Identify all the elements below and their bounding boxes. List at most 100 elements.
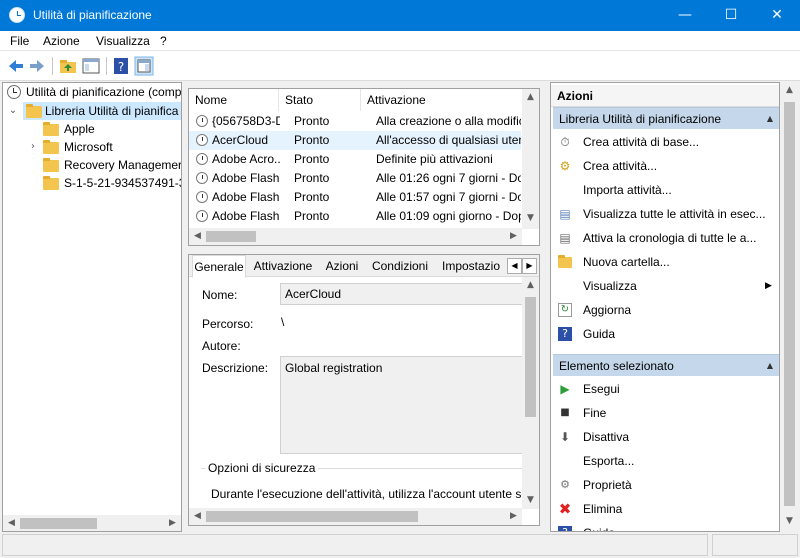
scroll-up-icon[interactable]: ▲ xyxy=(522,277,539,294)
action-run[interactable]: ▶ Esegui xyxy=(551,378,779,400)
action-delete[interactable]: ✖ Elimina xyxy=(551,498,779,520)
task-trigger: Alle 01:26 ogni 7 giorni - Dop xyxy=(376,171,521,185)
action-refresh[interactable]: ↻ Aggiorna xyxy=(551,299,779,321)
task-status: Pronto xyxy=(294,209,330,223)
maximize-button[interactable]: ☐ xyxy=(708,0,754,31)
tree-item-microsoft[interactable]: › Microsoft xyxy=(3,138,181,156)
scroll-down-icon[interactable]: ▼ xyxy=(781,513,798,530)
tree-item-recovery[interactable]: Recovery Managemer xyxy=(3,156,181,174)
action-enable-history[interactable]: ▤ Attiva la cronologia di tutte le a... xyxy=(551,227,779,249)
toolbar-separator xyxy=(52,57,53,75)
menu-help[interactable]: ? xyxy=(160,34,167,48)
task-list-vertical-scrollbar[interactable]: ▲ ▼ xyxy=(522,89,539,229)
scroll-up-icon[interactable]: ▲ xyxy=(522,89,539,106)
tab-azioni[interactable]: Azioni xyxy=(320,257,364,277)
action-view-menu[interactable]: Visualizza ▶ xyxy=(551,275,779,297)
task-list-horizontal-scrollbar[interactable]: ◀ ▶ xyxy=(189,228,522,245)
forward-icon[interactable] xyxy=(27,56,47,76)
tab-attivazione[interactable]: Attivazione xyxy=(250,257,316,277)
tree-item-label: Recovery Managemer xyxy=(64,158,182,172)
menu-azione[interactable]: Azione xyxy=(43,34,80,48)
task-trigger: Definite più attivazioni xyxy=(376,152,493,166)
chevron-right-icon[interactable]: › xyxy=(27,138,39,156)
actions-vertical-scrollbar[interactable]: ▲ ▼ xyxy=(781,82,798,532)
task-row[interactable]: Adobe Acro... Pronto Definite più attiva… xyxy=(189,150,521,169)
scroll-down-icon[interactable]: ▼ xyxy=(522,210,539,227)
scroll-right-icon[interactable]: ▶ xyxy=(505,508,522,525)
help-icon[interactable]: ? xyxy=(111,56,131,76)
action-disable[interactable]: ⬇ Disattiva xyxy=(551,426,779,448)
task-row-selected[interactable]: AcerCloud Pronto All'accesso di qualsias… xyxy=(189,131,521,150)
action-end[interactable]: ■ Fine xyxy=(551,402,779,424)
scroll-right-icon[interactable]: ▶ xyxy=(505,228,522,245)
task-status: Pronto xyxy=(294,171,330,185)
folder-clock-icon xyxy=(26,104,42,118)
column-header-status[interactable]: Stato xyxy=(279,89,361,111)
task-name: Adobe Flash... xyxy=(212,190,280,204)
show-hide-tree-icon[interactable] xyxy=(81,56,101,76)
menu-file[interactable]: File xyxy=(10,34,29,48)
scroll-thumb[interactable] xyxy=(20,518,97,529)
collapse-icon[interactable]: ▲ xyxy=(767,108,773,130)
column-header-trigger[interactable]: Attivazione xyxy=(361,89,523,111)
action-create-basic-task[interactable]: ⏱ Crea attività di base... xyxy=(551,131,779,153)
scroll-thumb[interactable] xyxy=(525,297,536,417)
scroll-left-icon[interactable]: ◀ xyxy=(3,515,20,531)
tree-item-sid[interactable]: S-1-5-21-934537491-3 xyxy=(3,174,181,192)
column-header-name[interactable]: Nome xyxy=(189,89,279,111)
action-label: Proprietà xyxy=(583,478,632,492)
section-selected-item[interactable]: Elemento selezionato ▲ xyxy=(553,354,779,376)
chevron-down-icon[interactable]: ⌄ xyxy=(7,102,19,120)
scroll-right-icon[interactable]: ▶ xyxy=(164,515,181,531)
action-label: Elimina xyxy=(583,502,623,516)
back-icon[interactable] xyxy=(6,56,26,76)
task-row[interactable]: Adobe Flash... Pronto Alle 01:57 ogni 7 … xyxy=(189,188,521,207)
action-export[interactable]: Esporta... xyxy=(551,450,779,472)
details-horizontal-scrollbar[interactable]: ◀ ▶ xyxy=(189,508,522,525)
action-create-task[interactable]: ⚙ Crea attività... xyxy=(551,155,779,177)
scroll-thumb[interactable] xyxy=(206,231,256,242)
tree-item-library[interactable]: ⌄ Libreria Utilità di pianifica xyxy=(9,102,181,120)
task-row[interactable]: Adobe Flash... Pronto Alle 01:09 ogni gi… xyxy=(189,207,521,226)
tab-scroll-left-icon[interactable]: ◀ xyxy=(507,258,522,274)
scroll-thumb[interactable] xyxy=(206,511,418,522)
action-help[interactable]: ? Guida xyxy=(551,323,779,345)
task-row[interactable]: Adobe Flash... Pronto Alle 01:26 ogni 7 … xyxy=(189,169,521,188)
actions-header: Azioni xyxy=(551,85,779,107)
tree-horizontal-scrollbar[interactable]: ◀ ▶ xyxy=(3,515,181,531)
tree-item-apple[interactable]: Apple xyxy=(3,120,181,138)
show-hide-action-pane-icon[interactable] xyxy=(134,56,154,76)
name-field[interactable]: AcerCloud xyxy=(280,283,524,305)
minimize-button[interactable]: — xyxy=(662,0,708,31)
toolbar-separator xyxy=(106,57,107,75)
scroll-thumb[interactable] xyxy=(784,102,795,506)
tab-condizioni[interactable]: Condizioni xyxy=(368,257,432,277)
action-help-selected[interactable]: ? Guida xyxy=(551,522,779,531)
description-field[interactable]: Global registration xyxy=(280,356,524,454)
section-title: Elemento selezionato xyxy=(559,359,674,373)
tree-item-root[interactable]: Utilità di pianificazione (comp xyxy=(3,83,181,101)
section-library[interactable]: Libreria Utilità di pianificazione ▲ xyxy=(553,107,779,129)
status-cell xyxy=(2,534,708,556)
tab-impostazioni[interactable]: Impostazio xyxy=(436,257,506,277)
action-import-task[interactable]: Importa attività... xyxy=(551,179,779,201)
task-icon xyxy=(196,134,208,146)
task-row[interactable]: {056758D3-D... Pronto Alla creazione o a… xyxy=(189,112,521,131)
scroll-up-icon[interactable]: ▲ xyxy=(781,82,798,99)
action-display-running[interactable]: ▤ Visualizza tutte le attività in esec..… xyxy=(551,203,779,225)
details-vertical-scrollbar[interactable]: ▲ ▼ xyxy=(522,277,539,509)
action-label: Crea attività... xyxy=(583,159,658,173)
menu-visualizza[interactable]: Visualizza xyxy=(96,34,150,48)
collapse-icon[interactable]: ▲ xyxy=(767,355,773,377)
action-properties[interactable]: ⚙ Proprietà xyxy=(551,474,779,496)
task-icon xyxy=(196,153,208,165)
tab-scroll-right-icon[interactable]: ▶ xyxy=(522,258,537,274)
tab-generale[interactable]: Generale xyxy=(192,255,246,278)
scroll-left-icon[interactable]: ◀ xyxy=(189,508,206,525)
up-folder-icon[interactable] xyxy=(58,56,78,76)
submenu-arrow-icon: ▶ xyxy=(765,281,772,291)
scroll-down-icon[interactable]: ▼ xyxy=(522,492,539,509)
action-new-folder[interactable]: Nuova cartella... xyxy=(551,251,779,273)
close-button[interactable]: ✕ xyxy=(754,0,800,31)
scroll-left-icon[interactable]: ◀ xyxy=(189,228,206,245)
